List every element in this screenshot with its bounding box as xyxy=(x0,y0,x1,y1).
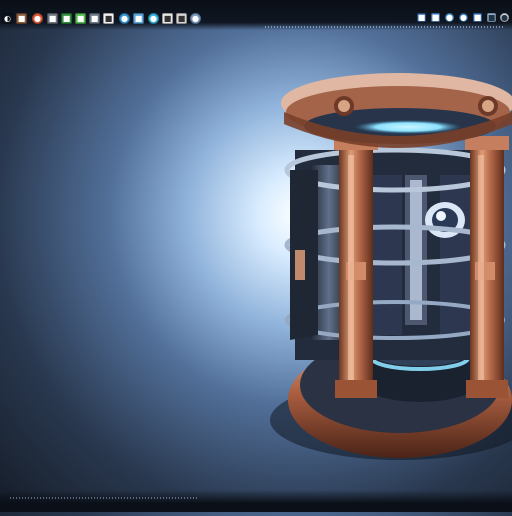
chart-icon[interactable]: ■ xyxy=(75,13,86,24)
cloud-icon-glyph: ● xyxy=(460,12,467,22)
image-icon-glyph: ■ xyxy=(90,13,99,23)
browser-icon[interactable]: ● xyxy=(119,13,130,24)
volume-icon-glyph: ■ xyxy=(487,12,496,22)
calendar-icon-glyph: ■ xyxy=(431,12,440,22)
folder-icon-glyph: ■ xyxy=(17,13,26,23)
image-icon[interactable]: ■ xyxy=(89,13,100,24)
calendar-icon[interactable]: ■ xyxy=(431,13,440,22)
cloud-icon[interactable]: ● xyxy=(459,13,468,22)
taskbar-status-text xyxy=(265,26,505,28)
music-icon-glyph: ■ xyxy=(177,13,186,23)
sync-icon-glyph: ● xyxy=(446,12,453,22)
settings-icon-glyph: ■ xyxy=(48,13,57,23)
browser-icon-glyph: ● xyxy=(121,13,128,23)
volume-icon[interactable]: ■ xyxy=(487,13,496,22)
clock-icon[interactable]: ● xyxy=(500,13,509,22)
bottom-status-text xyxy=(10,497,198,499)
network-icon[interactable]: ■ xyxy=(473,13,482,22)
notes-icon-glyph: ■ xyxy=(163,13,172,23)
green-app-icon[interactable]: ■ xyxy=(61,13,72,24)
app-icon[interactable]: ◐ xyxy=(2,13,13,24)
copper-pillar-left xyxy=(334,136,378,398)
window-icon-glyph: ■ xyxy=(417,12,426,22)
teleporter-illustration xyxy=(270,73,512,460)
tool-icon-glyph: ■ xyxy=(104,13,113,23)
music-icon[interactable]: ■ xyxy=(176,13,187,24)
record-icon-glyph: ● xyxy=(34,13,41,23)
mail-icon[interactable]: ■ xyxy=(133,13,144,24)
settings-icon[interactable]: ■ xyxy=(47,13,58,24)
desktop-wallpaper xyxy=(0,0,512,512)
record-icon[interactable]: ● xyxy=(32,13,43,24)
copper-pillar-right xyxy=(465,136,509,398)
clock-icon-glyph: ● xyxy=(501,12,508,22)
chat-icon-glyph: ● xyxy=(150,13,157,23)
chart-icon-glyph: ■ xyxy=(76,13,85,23)
top-taskbar: ◐ ■ ● ■ ■ ■ ■ ■ ● ■ ● ■ ■ ● ■ ■ ● ● ■ ■ … xyxy=(0,0,512,30)
mail-icon-glyph: ■ xyxy=(134,13,143,23)
profile-icon[interactable]: ● xyxy=(190,13,201,24)
bottom-status-bar xyxy=(0,490,512,512)
window-icon[interactable]: ■ xyxy=(417,13,426,22)
folder-icon[interactable]: ■ xyxy=(16,13,27,24)
network-icon-glyph: ■ xyxy=(473,12,482,22)
tool-icon[interactable]: ■ xyxy=(103,13,114,24)
app-icon-glyph: ◐ xyxy=(4,13,11,23)
green-app-icon-glyph: ■ xyxy=(62,13,71,23)
profile-icon-glyph: ● xyxy=(192,13,199,23)
notes-icon[interactable]: ■ xyxy=(162,13,173,24)
sync-icon[interactable]: ● xyxy=(445,13,454,22)
chat-icon[interactable]: ● xyxy=(148,13,159,24)
